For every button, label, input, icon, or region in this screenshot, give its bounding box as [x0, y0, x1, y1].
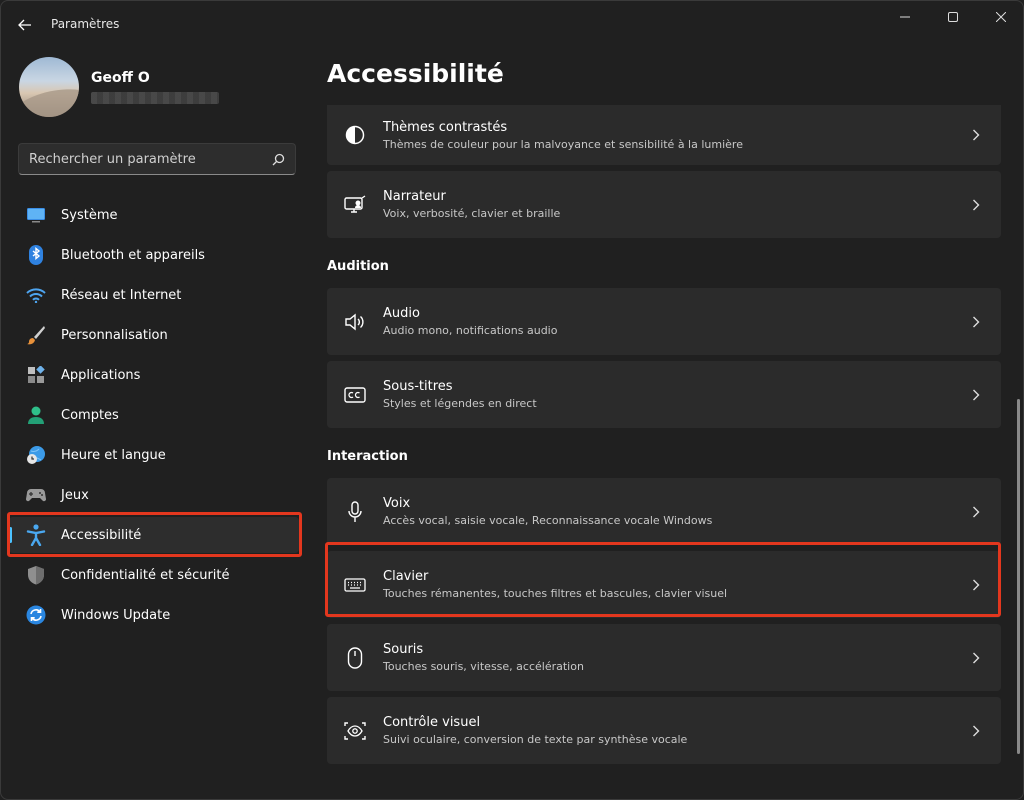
sidebar-item-label: Bluetooth et appareils — [61, 247, 205, 263]
close-icon — [996, 12, 1006, 22]
maximize-icon — [948, 12, 958, 22]
sidebar-item-systeme[interactable]: Système — [9, 197, 299, 233]
apps-icon — [25, 364, 47, 386]
sidebar-item-bluetooth[interactable]: Bluetooth et appareils — [9, 237, 299, 273]
card-title: Voix — [383, 496, 411, 511]
section-title-audition: Audition — [327, 258, 389, 274]
bluetooth-icon — [25, 244, 47, 266]
narrator-icon — [327, 194, 383, 215]
captions-icon — [327, 386, 383, 403]
card-subtitle: Voix, verbosité, clavier et braille — [383, 207, 561, 220]
card-subtitle: Thèmes de couleur pour la malvoyance et … — [383, 137, 743, 151]
wifi-icon — [25, 284, 47, 306]
sidebar-item-accessibilite[interactable]: Accessibilité — [9, 517, 299, 553]
chevron-right-icon — [951, 506, 1001, 518]
chevron-right-icon — [951, 389, 1001, 401]
sidebar-item-label: Heure et langue — [61, 447, 166, 463]
microphone-icon — [327, 500, 383, 523]
brush-icon — [25, 324, 47, 346]
settings-window: Paramètres Geoff O Systèm — [0, 0, 1024, 800]
title-bar: Paramètres — [1, 1, 1023, 49]
keyboard-icon — [327, 577, 383, 592]
card-subtitle: Accès vocal, saisie vocale, Reconnaissan… — [383, 514, 713, 527]
sidebar-item-label: Système — [61, 207, 118, 223]
close-button[interactable] — [977, 1, 1023, 33]
chevron-right-icon — [951, 129, 1001, 141]
sidebar-item-label: Personnalisation — [61, 327, 168, 343]
card-title: Audio — [383, 306, 420, 321]
sidebar-item-windows-update[interactable]: Windows Update — [9, 597, 299, 633]
profile-name: Geoff O — [91, 70, 150, 86]
sidebar-item-label: Applications — [61, 367, 141, 383]
card-title: Contrôle visuel — [383, 715, 481, 730]
sidebar-item-comptes[interactable]: Comptes — [9, 397, 299, 433]
speaker-icon — [327, 313, 383, 331]
avatar — [19, 57, 79, 117]
sidebar-item-jeux[interactable]: Jeux — [9, 477, 299, 513]
gamepad-icon — [25, 484, 47, 506]
person-icon — [25, 404, 47, 426]
main-content: Thèmes contrastés Thèmes de couleur pour… — [327, 105, 1001, 770]
app-title: Paramètres — [51, 17, 120, 31]
card-voix[interactable]: Voix Accès vocal, saisie vocale, Reconna… — [327, 478, 1001, 545]
card-title: Sous-titres — [383, 379, 453, 394]
card-clavier[interactable]: Clavier Touches rémanentes, touches filt… — [327, 551, 1001, 618]
sidebar-item-confidentialite[interactable]: Confidentialité et sécurité — [9, 557, 299, 593]
arrow-left-icon — [18, 19, 31, 31]
sidebar-item-applications[interactable]: Applications — [9, 357, 299, 393]
eye-control-icon — [327, 721, 383, 741]
user-profile[interactable]: Geoff O — [19, 57, 219, 117]
maximize-button[interactable] — [929, 1, 977, 33]
sidebar-item-label: Windows Update — [61, 607, 171, 623]
mouse-icon — [327, 646, 383, 669]
chevron-right-icon — [951, 725, 1001, 737]
back-button[interactable] — [13, 11, 37, 39]
card-subtitle: Touches rémanentes, touches filtres et b… — [383, 587, 728, 600]
chevron-right-icon — [951, 316, 1001, 328]
card-narrateur[interactable]: Narrateur Voix, verbosité, clavier et br… — [327, 171, 1001, 238]
sidebar-item-label: Jeux — [61, 487, 89, 503]
card-subtitle: Styles et légendes en direct — [383, 397, 537, 410]
card-title: Clavier — [383, 569, 429, 584]
monitor-icon — [25, 204, 47, 226]
section-title-interaction: Interaction — [327, 448, 408, 464]
search-box[interactable] — [18, 143, 296, 175]
chevron-right-icon — [951, 199, 1001, 211]
sidebar-item-personnalisation[interactable]: Personnalisation — [9, 317, 299, 353]
card-sous-titres[interactable]: Sous-titres Styles et légendes en direct — [327, 361, 1001, 428]
sidebar-item-label: Comptes — [61, 407, 119, 423]
card-souris[interactable]: Souris Touches souris, vitesse, accéléra… — [327, 624, 1001, 691]
accessibility-icon — [25, 524, 47, 546]
sidebar-item-heure-langue[interactable]: Heure et langue — [9, 437, 299, 473]
card-audio[interactable]: Audio Audio mono, notifications audio — [327, 288, 1001, 355]
card-title: Souris — [383, 642, 424, 657]
sidebar-item-label: Confidentialité et sécurité — [61, 567, 230, 583]
card-subtitle: Audio mono, notifications audio — [383, 324, 558, 337]
contrast-icon — [327, 125, 383, 145]
card-controle-visuel[interactable]: Contrôle visuel Suivi oculaire, conversi… — [327, 697, 1001, 764]
chevron-right-icon — [951, 652, 1001, 664]
globe-clock-icon — [25, 444, 47, 466]
search-icon — [272, 153, 285, 165]
sidebar-item-label: Accessibilité — [61, 527, 142, 543]
card-title: Thèmes contrastés — [383, 119, 508, 135]
minimize-icon — [900, 16, 910, 18]
scrollbar[interactable] — [1017, 399, 1020, 754]
card-title: Narrateur — [383, 189, 446, 204]
chevron-right-icon — [951, 579, 1001, 591]
window-controls — [881, 1, 1023, 33]
sidebar-nav: Système Bluetooth et appareils Réseau et… — [9, 197, 299, 637]
sidebar-item-reseau[interactable]: Réseau et Internet — [9, 277, 299, 313]
minimize-button[interactable] — [881, 1, 929, 33]
card-subtitle: Suivi oculaire, conversion de texte par … — [383, 733, 688, 746]
card-themes-contrastes[interactable]: Thèmes contrastés Thèmes de couleur pour… — [327, 105, 1001, 165]
card-subtitle: Touches souris, vitesse, accélération — [383, 660, 584, 673]
sidebar-item-label: Réseau et Internet — [61, 287, 182, 303]
update-icon — [25, 604, 47, 626]
page-title: Accessibilité — [327, 59, 504, 88]
search-input[interactable] — [29, 151, 272, 167]
shield-icon — [25, 564, 47, 586]
profile-email-redacted — [91, 92, 219, 104]
